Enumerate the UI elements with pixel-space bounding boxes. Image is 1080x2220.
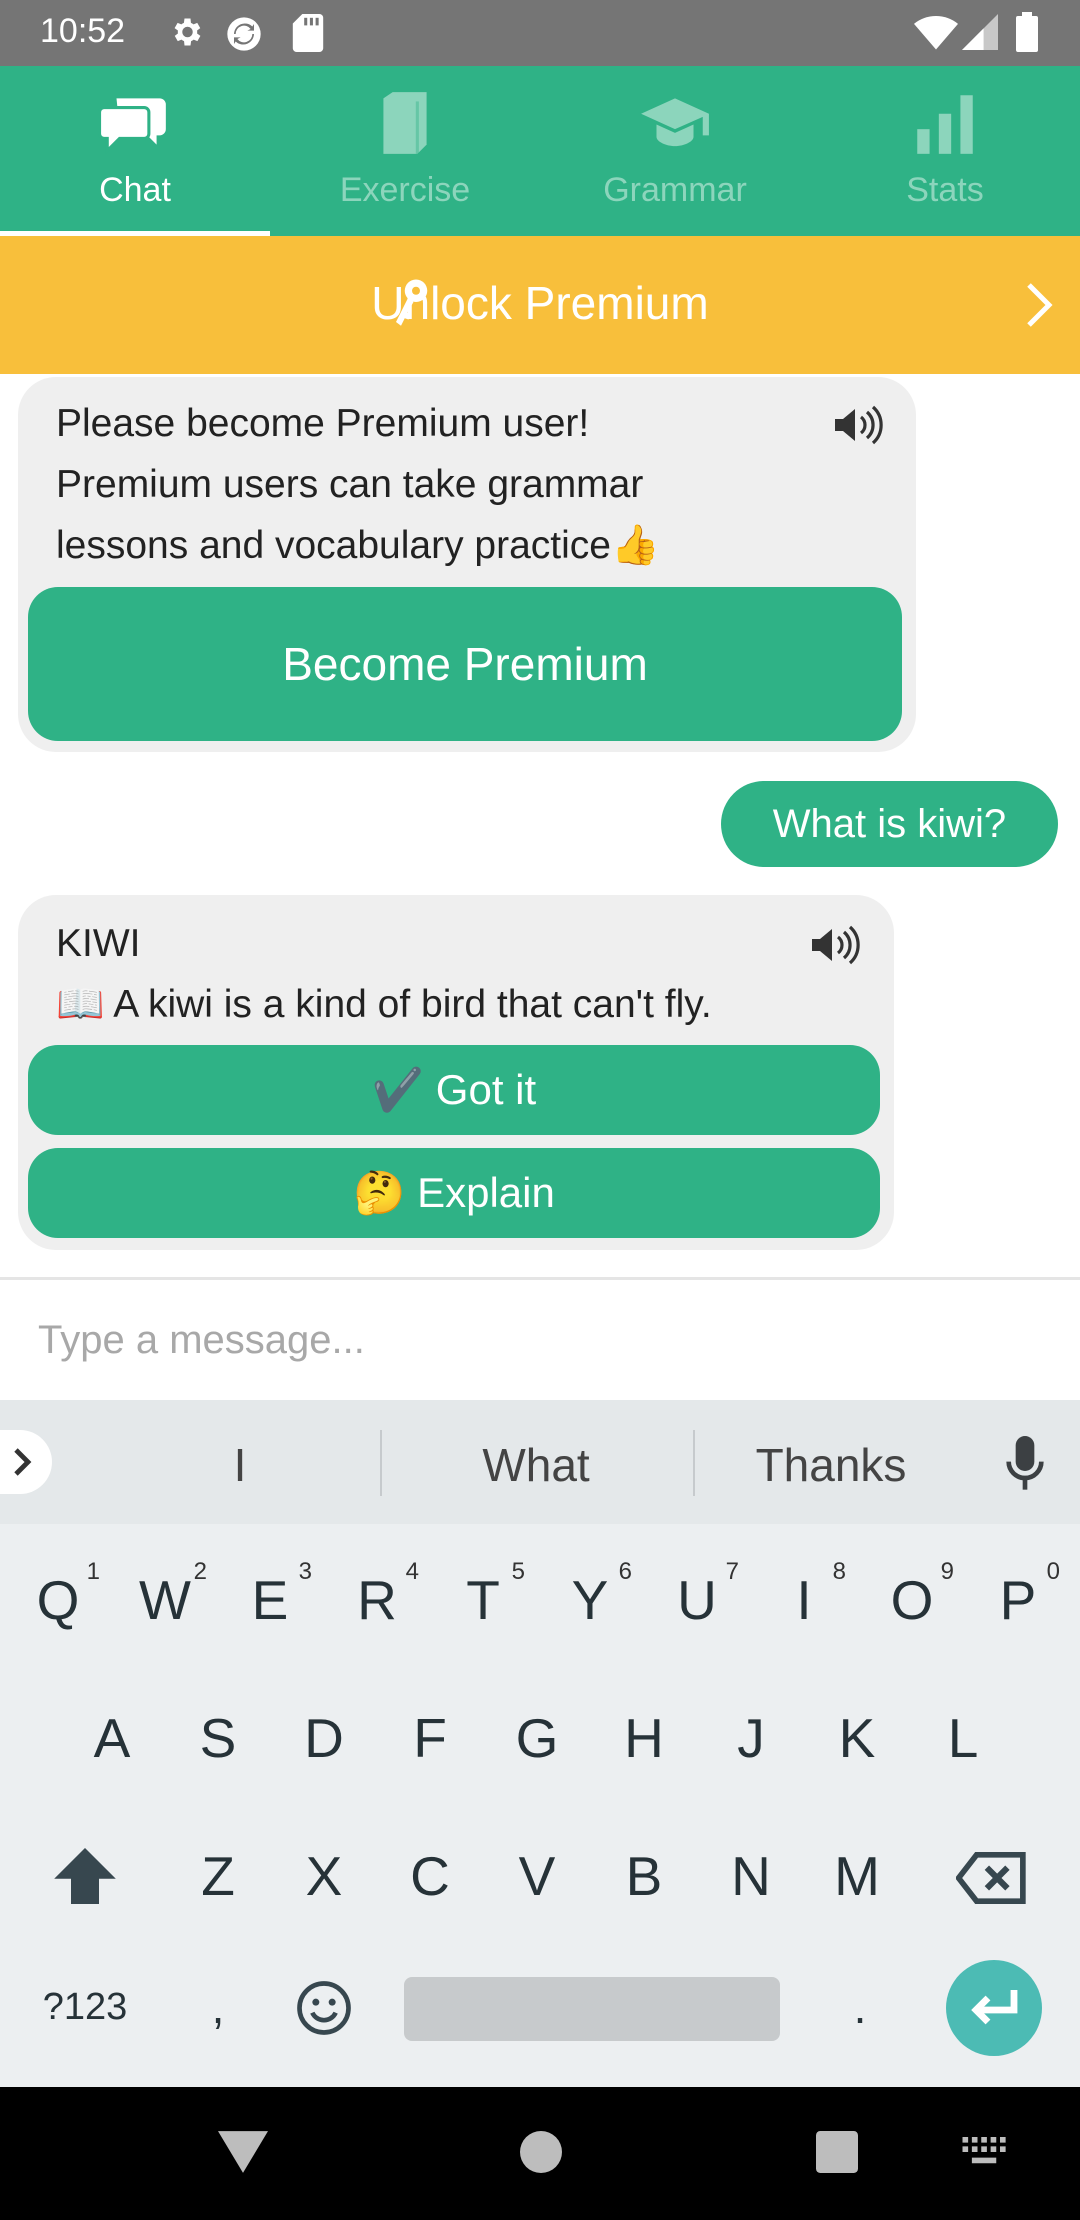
speaker-icon[interactable] [810,925,862,970]
message-line: Premium users can take grammar [56,463,644,506]
keyboard: I What Thanks Q1 W2 E3 R4 T5 Y6 U7 I8 O9… [0,1400,1080,2087]
chevron-right-icon [1024,280,1054,335]
signal-icon [962,14,998,55]
key-s[interactable]: S [178,1706,258,1770]
settings-icon [168,14,204,55]
tab-label: Chat [99,171,171,209]
sync-icon [224,14,264,59]
home-nav-icon[interactable] [520,2131,562,2178]
message-text: KIWI 📖 A kiwi is a kind of bird that can… [56,913,712,1035]
key-u[interactable]: U7 [657,1558,739,1632]
recents-nav-icon[interactable] [816,2131,858,2178]
expand-toolbar-button[interactable] [0,1430,56,1499]
key-j[interactable]: J [711,1706,791,1770]
period-key[interactable]: . [820,1980,900,2034]
navigation-bar [0,2087,1080,2220]
chat-icon [98,86,172,160]
tab-stats[interactable]: Stats [810,66,1080,236]
comma-key[interactable]: , [178,1980,258,2034]
suggestion-divider [380,1430,382,1496]
key-y[interactable]: Y6 [550,1558,632,1632]
bar-chart-icon [908,86,982,160]
unlock-premium-banner[interactable]: Unlock Premium [0,236,1080,374]
wifi-icon [914,16,958,55]
sd-card-icon [292,14,324,57]
key-n[interactable]: N [711,1844,791,1908]
enter-button[interactable] [946,1960,1042,2056]
key-o[interactable]: O9 [872,1558,954,1632]
key-m[interactable]: M [817,1844,897,1908]
word-title: KIWI [56,922,141,965]
back-nav-icon[interactable] [218,2131,268,2178]
status-bar: 10:52 [0,0,1080,66]
graduation-cap-icon [638,86,712,160]
suggestion-item[interactable]: Thanks [681,1438,981,1492]
tab-label: Grammar [603,171,747,209]
key-w[interactable]: W2 [125,1558,207,1632]
user-message: What is kiwi? [721,781,1058,867]
emoji-icon[interactable] [296,1980,352,2041]
message-input[interactable] [0,1280,1080,1400]
key-g[interactable]: G [497,1706,577,1770]
key-l[interactable]: L [923,1706,1003,1770]
message-text: Please become Premium user! Premium user… [56,393,660,576]
tab-chat[interactable]: Chat [0,66,270,236]
battery-icon [1016,12,1038,57]
key-a[interactable]: A [72,1706,152,1770]
tab-label: Exercise [339,171,471,209]
key-d[interactable]: D [284,1706,364,1770]
key-e[interactable]: E3 [230,1558,312,1632]
spacebar-key[interactable] [404,1977,780,2041]
key-r[interactable]: R4 [337,1558,419,1632]
bot-message-kiwi: KIWI 📖 A kiwi is a kind of bird that can… [18,895,894,1250]
shift-icon[interactable] [54,1848,116,1909]
message-line: lessons and vocabulary practice👍 [56,524,660,567]
speaker-icon[interactable] [833,405,885,450]
explain-button[interactable]: 🤔 Explain [28,1148,880,1238]
suggestion-item[interactable]: What [386,1438,686,1492]
key-b[interactable]: B [604,1844,684,1908]
key-v[interactable]: V [497,1844,577,1908]
symbols-key[interactable]: ?123 [40,1986,130,2029]
key-q[interactable]: Q1 [18,1558,100,1632]
key-h[interactable]: H [604,1706,684,1770]
message-line: Please become Premium user! [56,402,590,445]
book-icon [368,86,442,160]
key-p[interactable]: P0 [978,1558,1060,1632]
suggestion-strip: I What Thanks [0,1400,1080,1524]
key-i[interactable]: I8 [764,1558,846,1632]
backspace-icon[interactable] [954,1852,1028,1909]
keyboard-switch-icon[interactable] [962,2137,1008,2172]
tab-grammar[interactable]: Grammar [540,66,810,236]
suggestion-item[interactable]: I [90,1438,390,1492]
key-x[interactable]: X [284,1844,364,1908]
microphone-icon[interactable] [1004,1436,1046,1497]
tab-label: Stats [906,171,984,209]
key-k[interactable]: K [817,1706,897,1770]
status-time: 10:52 [40,12,126,50]
key-icon [371,276,451,340]
key-f[interactable]: F [390,1706,470,1770]
tab-exercise[interactable]: Exercise [270,66,540,236]
key-z[interactable]: Z [178,1844,258,1908]
bot-message-premium: Please become Premium user! Premium user… [18,377,916,752]
word-definition: 📖 A kiwi is a kind of bird that can't fl… [56,983,712,1026]
got-it-button[interactable]: ✔️ Got it [28,1045,880,1135]
key-c[interactable]: C [390,1844,470,1908]
become-premium-button[interactable]: Become Premium [28,587,902,741]
key-t[interactable]: T5 [443,1558,525,1632]
tab-bar: Chat Exercise Grammar Stats [0,66,1080,236]
